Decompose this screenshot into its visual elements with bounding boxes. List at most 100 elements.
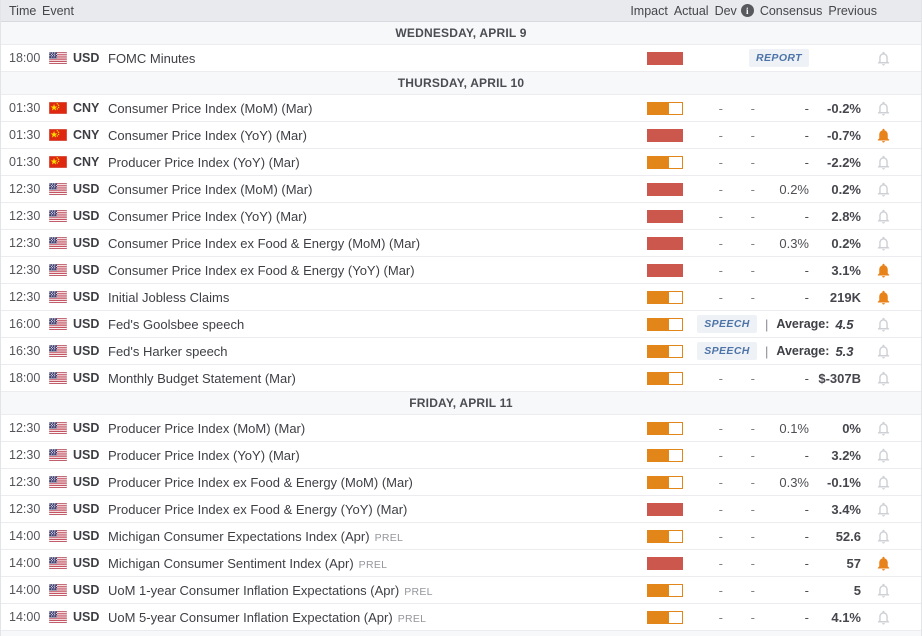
alert-bell-button[interactable] — [861, 316, 921, 333]
us-flag-icon — [49, 52, 67, 64]
impact-indicator-medium — [647, 611, 683, 624]
alert-bell-button[interactable] — [861, 50, 921, 67]
bell-active-icon — [875, 289, 892, 306]
alert-bell-button[interactable] — [861, 235, 921, 252]
event-row[interactable]: 12:30USDConsumer Price Index ex Food & E… — [1, 257, 921, 284]
impact-indicator-high — [647, 557, 683, 570]
alert-bell-button[interactable] — [861, 370, 921, 387]
consensus-value: - — [755, 101, 809, 116]
alert-bell-button[interactable] — [861, 420, 921, 437]
event-name[interactable]: Producer Price Index ex Food & Energy (Y… — [108, 502, 407, 517]
alert-bell-button[interactable] — [861, 289, 921, 306]
currency-code: USD — [73, 475, 105, 489]
event-name[interactable]: FOMC Minutes — [108, 51, 195, 66]
alert-bell-button[interactable] — [861, 154, 921, 171]
event-row[interactable]: 12:30USDConsumer Price Index (MoM) (Mar)… — [1, 176, 921, 203]
event-row[interactable]: 12:30USDProducer Price Index (YoY) (Mar)… — [1, 442, 921, 469]
column-header-consensus: Consensus — [760, 4, 823, 18]
bell-icon — [875, 343, 892, 360]
event-name[interactable]: Consumer Price Index ex Food & Energy (Y… — [108, 263, 415, 278]
next-section-strip — [1, 631, 921, 636]
event-name[interactable]: UoM 5-year Consumer Inflation Expectatio… — [108, 610, 393, 625]
deviation-value: - — [723, 236, 755, 251]
event-time: 12:30 — [9, 502, 45, 516]
event-row[interactable]: 12:30USDInitial Jobless Claims---219K — [1, 284, 921, 311]
alert-bell-button[interactable] — [861, 181, 921, 198]
event-time: 01:30 — [9, 101, 45, 115]
event-time: 14:00 — [9, 583, 45, 597]
deviation-value: - — [723, 583, 755, 598]
alert-bell-button[interactable] — [861, 343, 921, 360]
alert-bell-button[interactable] — [861, 100, 921, 117]
deviation-value: - — [723, 529, 755, 544]
impact-indicator-medium — [647, 102, 683, 115]
alert-bell-button[interactable] — [861, 262, 921, 279]
alert-bell-button[interactable] — [861, 127, 921, 144]
alert-bell-button[interactable] — [861, 447, 921, 464]
preliminary-tag: PREL — [404, 586, 433, 598]
event-row[interactable]: 16:00USDFed's Goolsbee speechSPEECH|Aver… — [1, 311, 921, 338]
event-name[interactable]: Initial Jobless Claims — [108, 290, 229, 305]
event-name[interactable]: Producer Price Index (MoM) (Mar) — [108, 421, 305, 436]
event-row[interactable]: 14:00USDMichigan Consumer Sentiment Inde… — [1, 550, 921, 577]
actual-value: - — [699, 529, 723, 544]
event-name[interactable]: UoM 1-year Consumer Inflation Expectatio… — [108, 583, 399, 598]
speech-link[interactable]: SPEECH — [697, 315, 757, 333]
preliminary-tag: PREL — [359, 559, 388, 571]
alert-bell-button[interactable] — [861, 501, 921, 518]
event-row[interactable]: 14:00USDUoM 1-year Consumer Inflation Ex… — [1, 577, 921, 604]
event-row[interactable]: 01:30★CNYConsumer Price Index (MoM) (Mar… — [1, 95, 921, 122]
event-name[interactable]: Producer Price Index (YoY) (Mar) — [108, 448, 300, 463]
actual-value: - — [699, 155, 723, 170]
currency-code: USD — [73, 529, 105, 543]
bell-icon — [875, 208, 892, 225]
consensus-value: - — [755, 155, 809, 170]
event-row[interactable]: 01:30★CNYConsumer Price Index (YoY) (Mar… — [1, 122, 921, 149]
table-header-right-group: Impact Actual Dev i Consensus Previous — [630, 4, 921, 18]
event-row[interactable]: 14:00USDMichigan Consumer Expectations I… — [1, 523, 921, 550]
event-row[interactable]: 12:30USDProducer Price Index ex Food & E… — [1, 496, 921, 523]
event-name[interactable]: Producer Price Index ex Food & Energy (M… — [108, 475, 413, 490]
impact-indicator-medium — [647, 530, 683, 543]
event-name[interactable]: Consumer Price Index (YoY) (Mar) — [108, 209, 307, 224]
alert-bell-button[interactable] — [861, 555, 921, 572]
event-row[interactable]: 12:30USDProducer Price Index ex Food & E… — [1, 469, 921, 496]
speech-link[interactable]: SPEECH — [697, 342, 757, 360]
alert-bell-button[interactable] — [861, 208, 921, 225]
dev-info-icon[interactable]: i — [741, 4, 754, 17]
event-row[interactable]: 14:00USDUoM 5-year Consumer Inflation Ex… — [1, 604, 921, 631]
event-row[interactable]: 16:30USDFed's Harker speechSPEECH|Averag… — [1, 338, 921, 365]
event-name[interactable]: Consumer Price Index (YoY) (Mar) — [108, 128, 307, 143]
alert-bell-button[interactable] — [861, 609, 921, 626]
impact-cell — [647, 318, 699, 331]
event-row[interactable]: 18:00USDMonthly Budget Statement (Mar)--… — [1, 365, 921, 392]
consensus-value: 0.1% — [755, 421, 809, 436]
event-row[interactable]: 12:30USDConsumer Price Index ex Food & E… — [1, 230, 921, 257]
alert-bell-button[interactable] — [861, 582, 921, 599]
report-link[interactable]: REPORT — [749, 49, 809, 67]
event-row[interactable]: 18:00USDFOMC MinutesREPORT — [1, 45, 921, 72]
consensus-value: - — [755, 263, 809, 278]
alert-bell-button[interactable] — [861, 474, 921, 491]
event-name[interactable]: Fed's Goolsbee speech — [108, 317, 244, 332]
event-name[interactable]: Fed's Harker speech — [108, 344, 228, 359]
event-name[interactable]: Michigan Consumer Expectations Index (Ap… — [108, 529, 370, 544]
event-name[interactable]: Consumer Price Index (MoM) (Mar) — [108, 101, 312, 116]
event-name[interactable]: Monthly Budget Statement (Mar) — [108, 371, 296, 386]
event-name[interactable]: Consumer Price Index ex Food & Energy (M… — [108, 236, 420, 251]
previous-value: 52.6 — [809, 529, 861, 544]
event-row[interactable]: 01:30★CNYProducer Price Index (YoY) (Mar… — [1, 149, 921, 176]
event-name[interactable]: Consumer Price Index (MoM) (Mar) — [108, 182, 312, 197]
event-row[interactable]: 12:30USDConsumer Price Index (YoY) (Mar)… — [1, 203, 921, 230]
event-cell: Producer Price Index ex Food & Energy (M… — [108, 475, 647, 490]
alert-bell-button[interactable] — [861, 528, 921, 545]
us-flag-icon — [49, 183, 67, 195]
event-row[interactable]: 12:30USDProducer Price Index (MoM) (Mar)… — [1, 415, 921, 442]
previous-value: 57 — [809, 556, 861, 571]
event-name[interactable]: Michigan Consumer Sentiment Index (Apr) — [108, 556, 354, 571]
event-name[interactable]: Producer Price Index (YoY) (Mar) — [108, 155, 300, 170]
impact-cell — [647, 183, 699, 196]
currency-code: USD — [73, 182, 105, 196]
impact-indicator-high — [647, 52, 683, 65]
bell-icon — [875, 501, 892, 518]
